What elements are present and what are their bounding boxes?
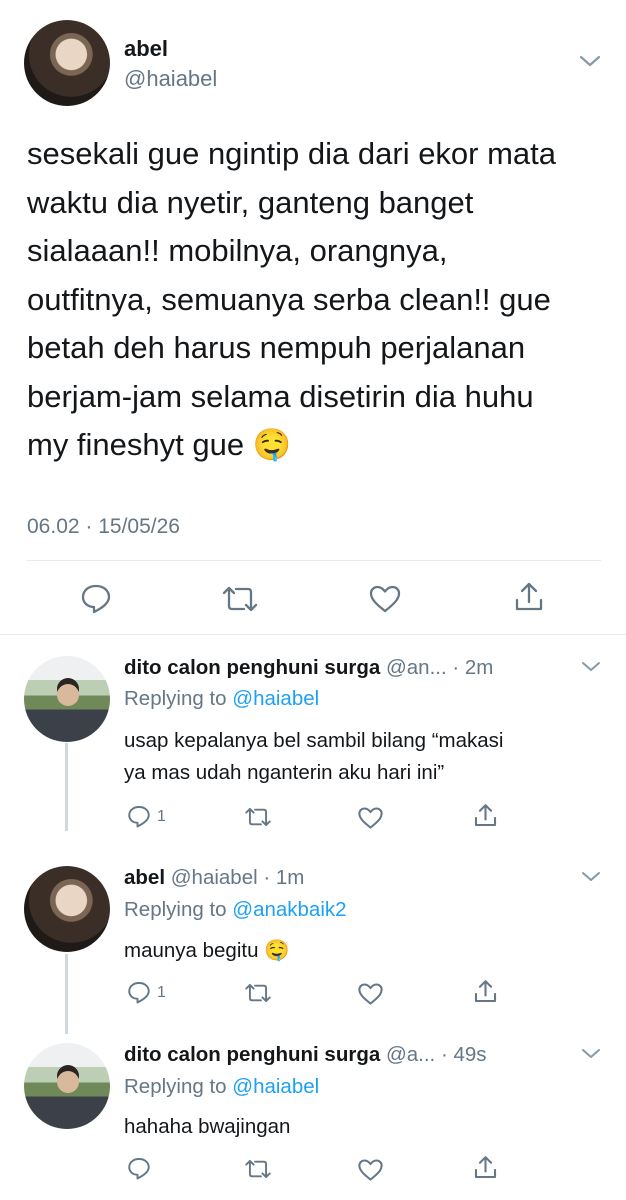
reply-header: dito calon penghuni surga @an... · 2m (124, 656, 493, 680)
replying-to-link[interactable]: @haiabel (232, 1075, 319, 1098)
reply-icon[interactable] (127, 980, 151, 1004)
reply-text: maunya begitu 🤤 (124, 935, 604, 967)
reply-count: 1 (157, 808, 166, 825)
reply-handle-time[interactable]: @a... · 49s (386, 1043, 487, 1066)
replying-to-label: Replying to (124, 898, 227, 921)
avatar[interactable] (24, 20, 110, 106)
share-icon[interactable] (472, 802, 499, 829)
tweet-line: sesekali gue ngintip dia dari ekor mata (27, 136, 557, 171)
avatar[interactable] (24, 866, 110, 952)
reply-icon[interactable] (127, 1156, 151, 1180)
avatar[interactable] (24, 1043, 110, 1129)
divider (0, 634, 626, 635)
avatar[interactable] (24, 656, 110, 742)
replying-to-link[interactable]: @anakbaik2 (232, 898, 346, 921)
reply-header: dito calon penghuni surga @a... · 49s (124, 1043, 487, 1067)
replying-to: Replying to @haiabel (124, 1075, 319, 1099)
author-name[interactable]: abel (124, 36, 168, 62)
chevron-down-icon[interactable] (580, 1047, 602, 1060)
replying-to: Replying to @anakbaik2 (124, 898, 347, 922)
tweet-line: outfitnya, semuanya serba clean!! gue (27, 281, 551, 317)
reply-line: hahaha bwajingan (124, 1115, 291, 1138)
reply-icon[interactable] (80, 582, 112, 614)
tweet-line: sialaaan!! mobilnya, orangnya, (27, 233, 448, 268)
replying-to-label: Replying to (124, 687, 227, 710)
retweet-icon[interactable] (220, 584, 260, 614)
chevron-down-icon[interactable] (580, 660, 602, 673)
reply-header: abel @haiabel · 1m (124, 866, 304, 890)
retweet-icon[interactable] (243, 806, 273, 828)
tweet-line: betah deh harus nempuh perjalanan (27, 330, 526, 365)
reply-handle-time[interactable]: @an... · 2m (386, 656, 493, 679)
reply-count: 1 (157, 984, 166, 1001)
chevron-down-icon[interactable] (578, 54, 602, 68)
replying-to-link[interactable]: @haiabel (232, 687, 319, 710)
reply-line: usap kepalanya bel sambil bilang “makasi (124, 729, 504, 752)
tweet-line: berjam-jam selama disetirin dia huhu (27, 378, 534, 414)
chevron-down-icon[interactable] (580, 870, 602, 883)
reply-line: ya mas udah nganterin aku hari ini” (124, 761, 445, 784)
retweet-icon[interactable] (243, 982, 273, 1004)
like-icon[interactable] (368, 584, 402, 614)
thread-line (65, 743, 68, 831)
share-icon[interactable] (472, 978, 499, 1005)
tweet-line: waktu dia nyetir, ganteng banget (27, 184, 474, 220)
divider (27, 560, 601, 561)
reply-handle-time[interactable]: @haiabel · 1m (171, 866, 305, 889)
tweet-text: sesekali gue ngintip dia dari ekor mata … (27, 130, 607, 470)
thread-line (65, 954, 68, 1034)
reply-icon[interactable] (127, 804, 151, 828)
share-icon[interactable] (472, 1154, 499, 1181)
timestamp[interactable]: 06.02 · 15/05/26 (27, 515, 180, 539)
reply-author-name[interactable]: dito calon penghuni surga (124, 656, 380, 679)
tweet-line: my fineshyt gue 🤤 (27, 427, 292, 462)
retweet-icon[interactable] (243, 1158, 273, 1180)
replying-to: Replying to @haiabel (124, 687, 319, 711)
share-icon[interactable] (512, 580, 546, 614)
author-handle[interactable]: @haiabel (124, 66, 217, 92)
reply-text: usap kepalanya bel sambil bilang “makasi… (124, 725, 604, 789)
like-icon[interactable] (357, 1158, 384, 1182)
like-icon[interactable] (357, 982, 384, 1006)
replying-to-label: Replying to (124, 1075, 227, 1098)
reply-author-name[interactable]: abel (124, 866, 165, 889)
reply-author-name[interactable]: dito calon penghuni surga (124, 1043, 380, 1066)
like-icon[interactable] (357, 806, 384, 830)
reply-text: hahaha bwajingan (124, 1111, 604, 1143)
reply-line: maunya begitu 🤤 (124, 939, 290, 962)
